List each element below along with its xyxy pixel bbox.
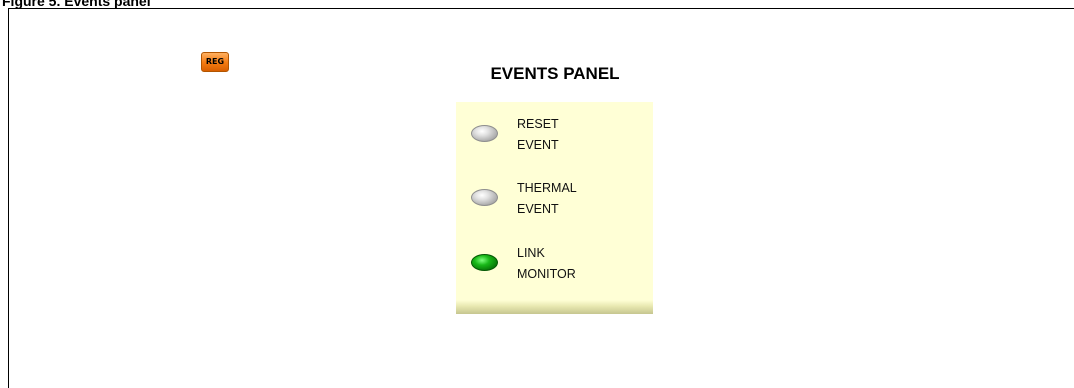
event-row-reset: RESET EVENT bbox=[456, 114, 653, 154]
reset-event-led-icon bbox=[471, 125, 498, 142]
thermal-event-label: THERMAL EVENT bbox=[517, 178, 577, 220]
link-monitor-label-line2: MONITOR bbox=[517, 267, 576, 281]
reg-button[interactable]: REG bbox=[201, 52, 229, 72]
events-panel-title: EVENTS PANEL bbox=[490, 64, 620, 83]
link-monitor-led-icon bbox=[471, 254, 498, 271]
reset-event-label-line2: EVENT bbox=[517, 138, 559, 152]
reset-event-label-line1: RESET bbox=[517, 117, 559, 131]
event-row-link-monitor: LINK MONITOR bbox=[456, 243, 653, 283]
events-panel: RESET EVENT THERMAL EVENT LINK MONITOR bbox=[456, 102, 653, 314]
link-monitor-label: LINK MONITOR bbox=[517, 243, 576, 285]
reset-event-label: RESET EVENT bbox=[517, 114, 559, 156]
link-monitor-label-line1: LINK bbox=[517, 246, 545, 260]
thermal-event-label-line1: THERMAL bbox=[517, 181, 577, 195]
thermal-event-label-line2: EVENT bbox=[517, 202, 559, 216]
thermal-event-led-icon bbox=[471, 189, 498, 206]
event-row-thermal: THERMAL EVENT bbox=[456, 178, 653, 218]
